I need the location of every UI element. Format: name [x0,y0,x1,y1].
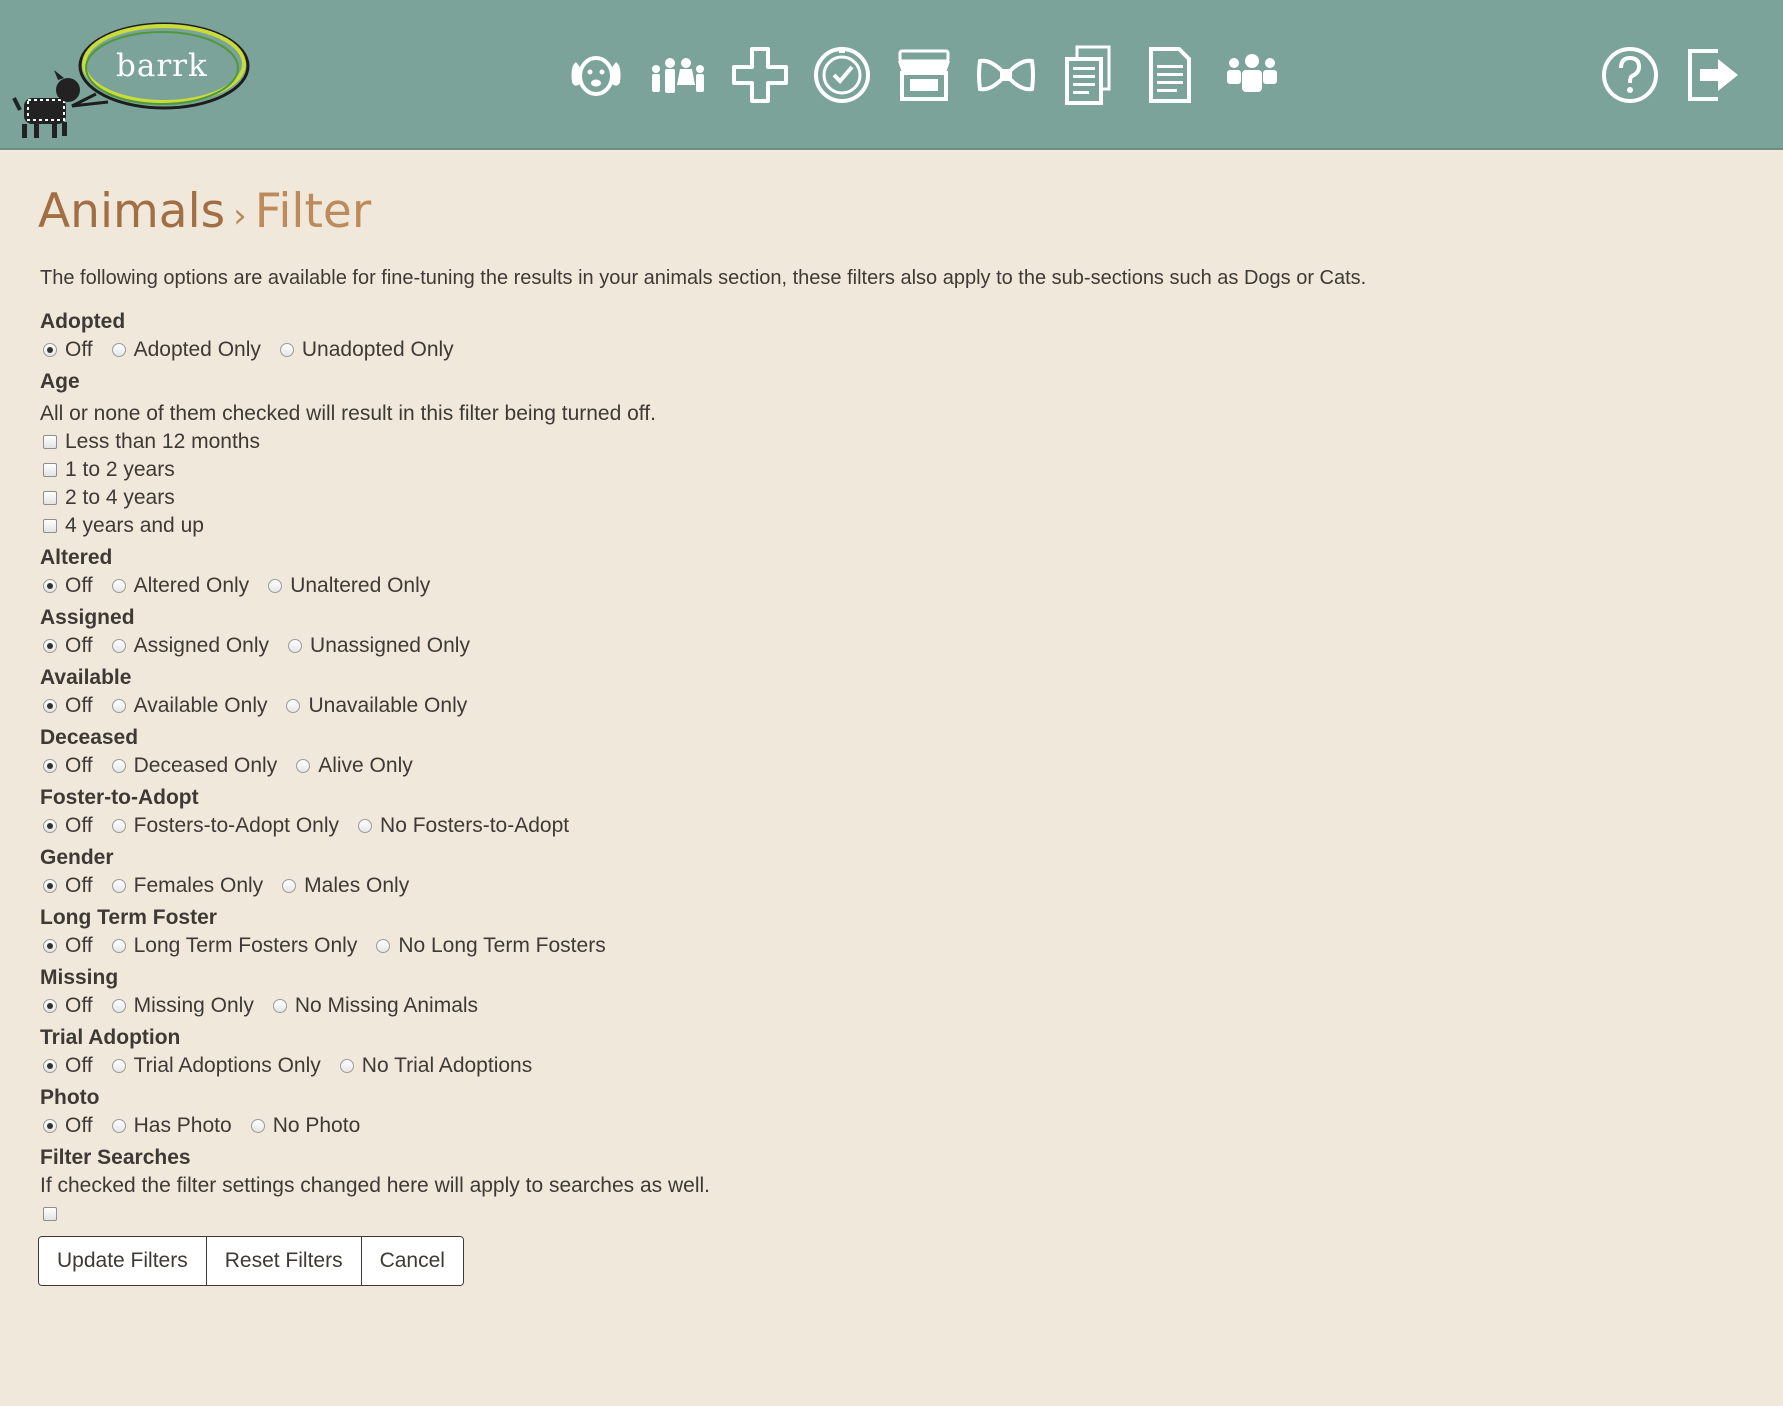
cancel-button[interactable]: Cancel [361,1237,463,1285]
deceased-off-radio[interactable]: Off [40,752,93,780]
logo-text: barrk [116,48,208,84]
filter-available: Available Off Available Only Unavailable… [40,664,1738,720]
age-note: All or none of them checked will result … [40,402,656,425]
long-term-foster-off-radio[interactable]: Off [40,932,93,960]
filter-label: Filter Searches [40,1146,191,1169]
filter-foster-to-adopt: Foster-to-Adopt Off Fosters-to-Adopt Onl… [40,784,1738,840]
females-only-radio[interactable]: Females Only [109,872,263,900]
filter-label: Long Term Foster [40,906,217,929]
filter-searches: Filter Searches If checked the filter se… [40,1144,1738,1228]
filter-label: Available [40,666,132,689]
adopted-only-radio[interactable]: Adopted Only [109,336,261,364]
available-off-radio[interactable]: Off [40,692,93,720]
reset-filters-button[interactable]: Reset Filters [206,1237,362,1285]
foster-to-adopt-off-radio[interactable]: Off [40,812,93,840]
filter-missing: Missing Off Missing Only No Missing Anim… [40,964,1738,1020]
intro-text: The following options are available for … [40,267,1367,289]
filter-long-term-foster: Long Term Foster Off Long Term Fosters O… [40,904,1738,960]
filter-label: Missing [40,966,119,989]
people-group-icon[interactable] [1218,40,1286,110]
altered-only-radio[interactable]: Altered Only [109,572,249,600]
altered-off-radio[interactable]: Off [40,572,93,600]
document-icon[interactable] [1136,40,1204,110]
page-title: Animals › Filter [38,180,1738,248]
fosters-to-adopt-only-radio[interactable]: Fosters-to-Adopt Only [109,812,339,840]
assigned-off-radio[interactable]: Off [40,632,93,660]
filter-age: Age All or none of them checked will res… [40,368,1738,540]
filter-deceased: Deceased Off Deceased Only Alive Only [40,724,1738,780]
breadcrumb-separator: › [233,196,247,236]
no-fosters-to-adopt-radio[interactable]: No Fosters-to-Adopt [355,812,569,840]
filter-searches-note: If checked the filter settings changed h… [40,1174,711,1197]
documents-icon[interactable] [1054,40,1122,110]
alive-only-radio[interactable]: Alive Only [293,752,413,780]
dog-icon[interactable] [562,40,630,110]
males-only-radio[interactable]: Males Only [279,872,409,900]
filter-adopted: Adopted Off Adopted Only Unadopted Only [40,308,1738,364]
logout-icon[interactable] [1678,40,1746,110]
no-missing-animals-radio[interactable]: No Missing Animals [270,992,478,1020]
action-button-group: Update Filters Reset Filters Cancel [38,1236,464,1286]
available-only-radio[interactable]: Available Only [109,692,267,720]
trial-adoption-off-radio[interactable]: Off [40,1052,93,1080]
filter-trial-adoption: Trial Adoption Off Trial Adoptions Only … [40,1024,1738,1080]
adopted-off-radio[interactable]: Off [40,336,93,364]
unassigned-only-radio[interactable]: Unassigned Only [285,632,470,660]
bowtie-icon[interactable] [972,40,1040,110]
filter-label: Age [40,370,80,393]
family-icon[interactable] [644,40,712,110]
age-2-to-4-years-checkbox[interactable]: 2 to 4 years [40,484,175,512]
filter-label: Assigned [40,606,135,629]
filter-gender: Gender Off Females Only Males Only [40,844,1738,900]
no-trial-adoptions-radio[interactable]: No Trial Adoptions [337,1052,532,1080]
age-4-years-and-up-checkbox[interactable]: 4 years and up [40,512,204,540]
gender-off-radio[interactable]: Off [40,872,93,900]
has-photo-radio[interactable]: Has Photo [109,1112,232,1140]
age-1-to-2-years-checkbox[interactable]: 1 to 2 years [40,456,175,484]
no-long-term-fosters-radio[interactable]: No Long Term Fosters [373,932,606,960]
missing-only-radio[interactable]: Missing Only [109,992,254,1020]
filter-label: Deceased [40,726,139,749]
deceased-only-radio[interactable]: Deceased Only [109,752,277,780]
filter-label: Foster-to-Adopt [40,786,199,809]
breadcrumb-filter: Filter [254,184,372,239]
assigned-only-radio[interactable]: Assigned Only [109,632,269,660]
barrk-logo[interactable]: barrk [10,14,250,140]
unadopted-only-radio[interactable]: Unadopted Only [277,336,454,364]
clock-check-icon[interactable] [808,40,876,110]
update-filters-button[interactable]: Update Filters [39,1237,207,1285]
store-icon[interactable] [890,40,958,110]
trial-adoptions-only-radio[interactable]: Trial Adoptions Only [109,1052,321,1080]
missing-off-radio[interactable]: Off [40,992,93,1020]
filter-label: Gender [40,846,114,869]
filter-label: Adopted [40,310,126,333]
filter-label: Photo [40,1086,100,1109]
unaltered-only-radio[interactable]: Unaltered Only [265,572,430,600]
medical-cross-icon[interactable] [726,40,794,110]
main-content: Animals › Filter The following options are… [38,180,1738,1286]
top-navigation-bar: barrk [0,0,1783,150]
no-photo-radio[interactable]: No Photo [248,1112,360,1140]
filter-label: Altered [40,546,113,569]
filter-searches-checkbox[interactable] [43,1207,57,1221]
help-icon[interactable] [1596,40,1664,110]
unavailable-only-radio[interactable]: Unavailable Only [283,692,467,720]
long-term-fosters-only-radio[interactable]: Long Term Fosters Only [109,932,357,960]
age-less-than-12-months-checkbox[interactable]: Less than 12 months [40,428,260,456]
breadcrumb-animals[interactable]: Animals [38,184,225,239]
filter-photo: Photo Off Has Photo No Photo [40,1084,1738,1140]
photo-off-radio[interactable]: Off [40,1112,93,1140]
filter-altered: Altered Off Altered Only Unaltered Only [40,544,1738,600]
filter-label: Trial Adoption [40,1026,181,1049]
filter-assigned: Assigned Off Assigned Only Unassigned On… [40,604,1738,660]
